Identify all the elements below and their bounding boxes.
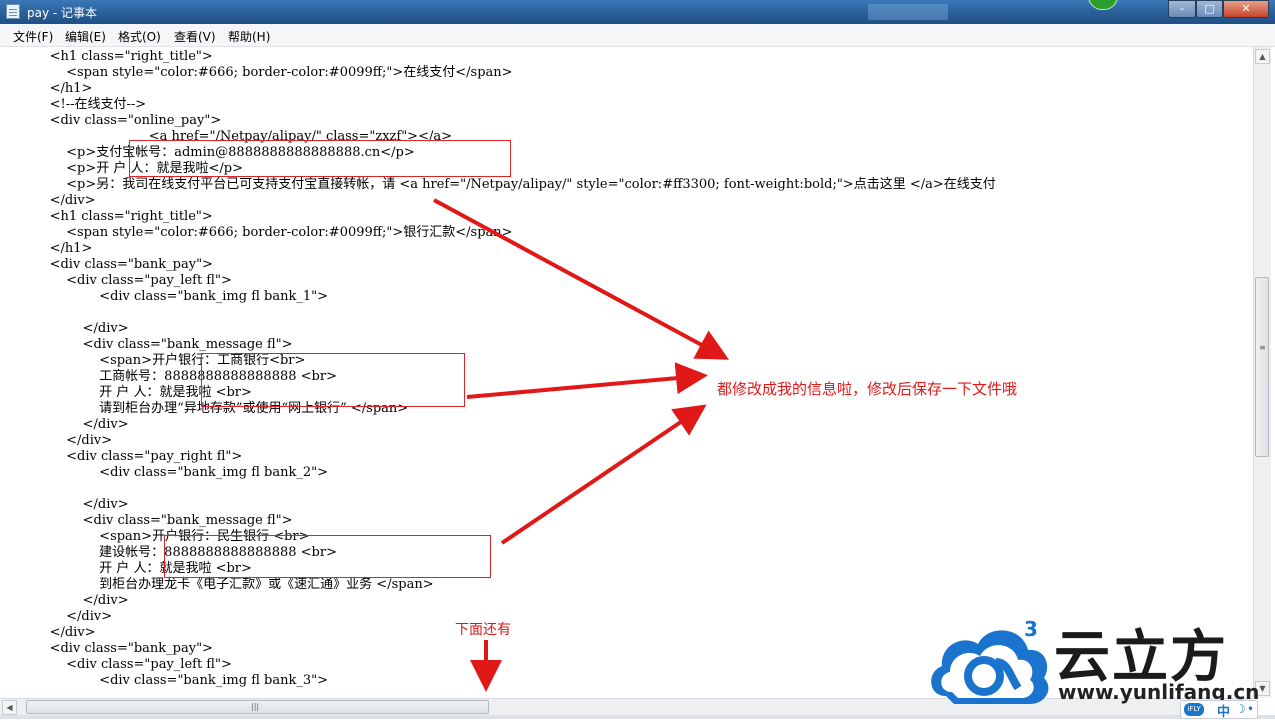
highlight-box-alipay bbox=[129, 140, 511, 177]
code-line: <span style="color:#666; border-color:#0… bbox=[0, 225, 513, 240]
vertical-scroll-thumb[interactable]: ≡ bbox=[1255, 277, 1269, 457]
code-line: <div class="pay_left fl"> bbox=[0, 657, 232, 672]
code-line: <div class="bank_pay"> bbox=[0, 257, 213, 272]
annotation-main: 都修改成我的信息啦，修改后保存一下文件哦 bbox=[717, 380, 1018, 398]
logo-superscript: 3 bbox=[1024, 618, 1038, 641]
menu-file[interactable]: 文件(F) bbox=[13, 28, 53, 45]
maximize-button[interactable]: □ bbox=[1196, 0, 1223, 18]
code-line: <!--在线支付--> bbox=[0, 97, 147, 112]
highlight-box-cmbc bbox=[164, 535, 491, 578]
ime-toolbar[interactable]: iFLY 中 ☽ • bbox=[1180, 700, 1258, 720]
annotation-more-below: 下面还有 bbox=[455, 622, 511, 638]
menu-edit[interactable]: 编辑(E) bbox=[65, 28, 106, 45]
yunlifang-cloud-logo-icon: 3 bbox=[931, 618, 1049, 704]
code-line: <div class="bank_img fl bank_1"> bbox=[0, 289, 328, 304]
code-line: <div class="pay_right fl"> bbox=[0, 449, 243, 464]
punctuation-icon[interactable]: • bbox=[1247, 702, 1254, 716]
grip-icon: ≡ bbox=[1259, 343, 1266, 352]
code-line: </div> bbox=[0, 593, 129, 608]
code-line: <div class="bank_pay"> bbox=[0, 641, 213, 656]
code-line: </div> bbox=[0, 433, 113, 448]
code-line: <h1 class="right_title"> bbox=[0, 209, 213, 224]
code-line: </h1> bbox=[0, 81, 93, 96]
code-line: <div class="bank_message fl"> bbox=[0, 337, 293, 352]
moon-icon[interactable]: ☽ bbox=[1235, 702, 1246, 716]
code-line: </div> bbox=[0, 497, 129, 512]
notepad-icon bbox=[6, 4, 20, 19]
title-bar-deco bbox=[868, 4, 948, 20]
code-line: </div> bbox=[0, 609, 113, 624]
menu-view[interactable]: 查看(V) bbox=[174, 28, 216, 45]
code-line: </div> bbox=[0, 417, 129, 432]
code-line: <p>另：我司在线支付平台已可支持支付宝直接转帐，请 <a href="/Net… bbox=[0, 177, 996, 192]
scroll-left-arrow-icon[interactable]: ◀ bbox=[2, 700, 17, 715]
highlight-box-icbc bbox=[201, 353, 465, 407]
ime-language-toggle[interactable]: 中 bbox=[1217, 701, 1230, 720]
code-line: <div class="online_pay"> bbox=[0, 113, 222, 128]
grip-icon: ||| bbox=[251, 702, 260, 711]
code-line: <div class="pay_left fl"> bbox=[0, 273, 232, 288]
menu-bar: 文件(F) 编辑(E) 格式(O) 查看(V) 帮助(H) bbox=[0, 24, 1275, 47]
menu-help[interactable]: 帮助(H) bbox=[228, 28, 270, 45]
horizontal-scroll-thumb[interactable]: ||| bbox=[26, 700, 489, 714]
scroll-up-arrow-icon[interactable]: ▲ bbox=[1255, 49, 1270, 64]
code-line: <div class="bank_img fl bank_3"> bbox=[0, 673, 328, 688]
minimize-button[interactable]: – bbox=[1168, 0, 1196, 18]
code-line: </div> bbox=[0, 193, 96, 208]
code-line: 到柜台办理龙卡《电子汇款》或《速汇通》业务 </span> bbox=[0, 577, 434, 592]
code-line: <div class="bank_message fl"> bbox=[0, 513, 293, 528]
ifly-logo-icon: iFLY bbox=[1184, 703, 1204, 716]
vertical-scrollbar[interactable]: ▲ ≡ ▼ bbox=[1253, 47, 1271, 698]
code-line: </div> bbox=[0, 625, 96, 640]
green-orb-icon bbox=[1088, 0, 1118, 10]
title-bar[interactable]: pay - 记事本 – □ ✕ bbox=[0, 0, 1275, 24]
code-line: </h1> bbox=[0, 241, 93, 256]
code-line: </div> bbox=[0, 321, 129, 336]
window-title: pay - 记事本 bbox=[27, 6, 98, 20]
code-line: <span style="color:#666; border-color:#0… bbox=[0, 65, 513, 80]
status-strip bbox=[0, 715, 1275, 719]
close-button[interactable]: ✕ bbox=[1223, 0, 1269, 18]
code-line: <h1 class="right_title"> bbox=[0, 49, 213, 64]
code-line: <div class="bank_img fl bank_2"> bbox=[0, 465, 328, 480]
menu-format[interactable]: 格式(O) bbox=[118, 28, 161, 45]
